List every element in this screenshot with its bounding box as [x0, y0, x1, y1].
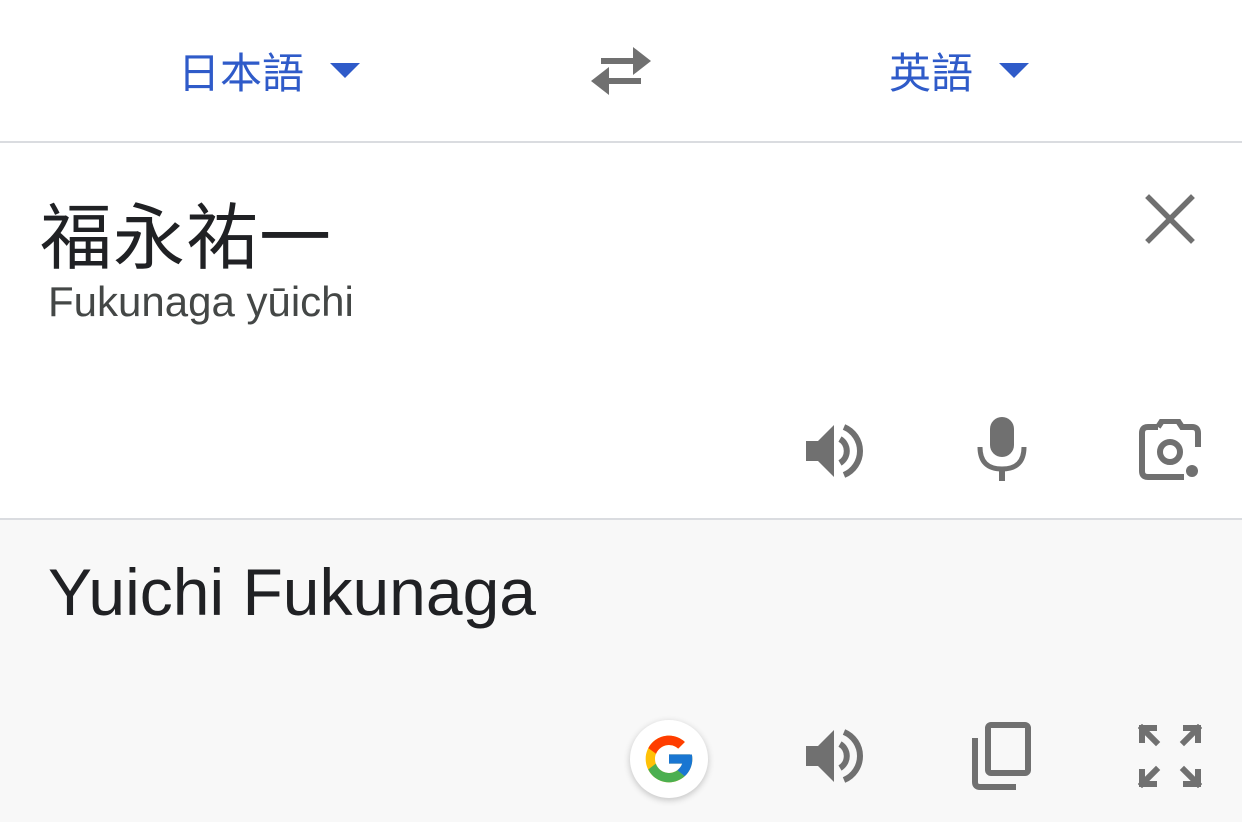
chevron-down-icon [330, 62, 361, 78]
source-language-label: 日本語 [178, 49, 305, 97]
swap-icon[interactable] [589, 45, 653, 97]
target-language-selector[interactable]: 英語 [889, 44, 1030, 97]
google-search-button[interactable] [630, 720, 708, 798]
output-panel: Yuichi Fukunaga [0, 520, 1242, 822]
speaker-icon[interactable] [802, 724, 866, 788]
speaker-icon[interactable] [802, 419, 866, 483]
google-icon [645, 735, 693, 783]
source-text-input[interactable]: 福永祐一 [40, 179, 332, 284]
transliteration-text: Fukunaga yūichi [48, 278, 354, 325]
target-language-label: 英語 [889, 49, 974, 97]
language-bar: 日本語 英語 [0, 0, 1242, 143]
translation-result: Yuichi Fukunaga [48, 555, 537, 629]
camera-icon[interactable] [1138, 419, 1202, 481]
close-icon[interactable] [1140, 189, 1200, 249]
input-panel: 福永祐一 Fukunaga yūichi [0, 143, 1242, 520]
fullscreen-icon[interactable] [1138, 724, 1202, 788]
source-language-selector[interactable]: 日本語 [178, 44, 361, 97]
microphone-icon[interactable] [972, 415, 1032, 483]
chevron-down-icon [999, 62, 1030, 78]
copy-icon[interactable] [970, 722, 1032, 790]
